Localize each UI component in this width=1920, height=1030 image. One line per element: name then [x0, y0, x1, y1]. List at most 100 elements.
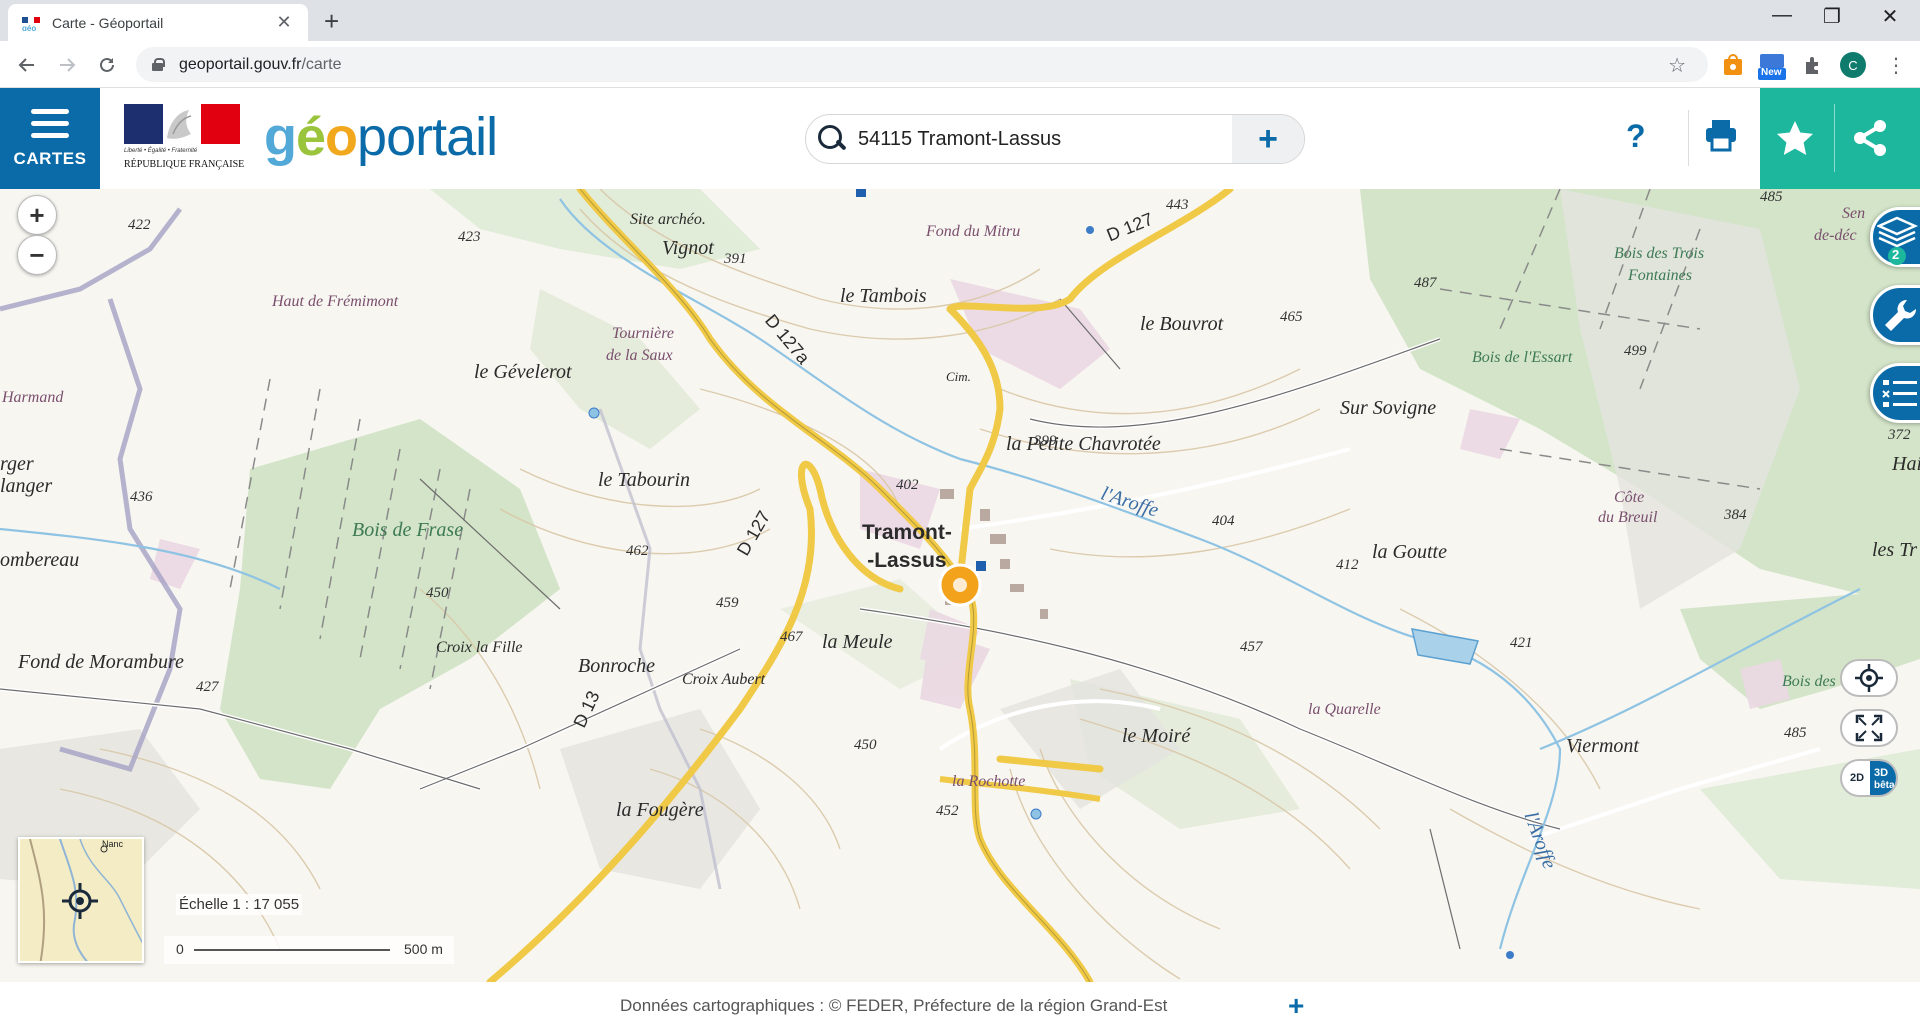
map-label: Fond de Morambure — [18, 651, 184, 673]
elevation-label: 487 — [1414, 275, 1437, 291]
window-minimize-button[interactable]: — — [1762, 4, 1802, 27]
map-label: de-déc — [1814, 227, 1857, 244]
attribution-text: Données cartographiques : © FEDER, Préfe… — [620, 996, 1168, 1015]
overview-minimap[interactable]: Nanc — [18, 837, 144, 963]
reload-icon[interactable] — [92, 50, 122, 80]
geolocate-button[interactable] — [1840, 659, 1898, 697]
map-label: la Meule — [822, 631, 893, 653]
map-label: Bois de Frase — [352, 519, 464, 541]
map-label: Tournière — [612, 325, 674, 342]
new-extension-icon[interactable]: New — [1758, 54, 1786, 80]
map-label: les Tr — [1872, 539, 1918, 561]
map-label: Vignot — [662, 237, 714, 259]
map-label: Fontaines — [1628, 267, 1692, 284]
elevation-label: 443 — [1166, 197, 1189, 213]
geoportail-favicon-icon: géo — [22, 15, 40, 33]
map-label: le Moiré — [1122, 725, 1191, 747]
map-label: la Quarelle — [1308, 701, 1381, 718]
search-add-button[interactable]: + — [1232, 115, 1304, 163]
map-label: la Fougère — [616, 799, 704, 821]
tab-close-icon[interactable]: ✕ — [274, 12, 294, 33]
map-label: le Tambois — [840, 285, 927, 307]
map-label: ombereau — [0, 549, 80, 571]
layers-count-badge: 2 — [1892, 247, 1900, 262]
map-label: Bois des Trois — [1614, 245, 1705, 262]
village-label: Tramont- -Lassus — [862, 521, 952, 572]
elevation-label: 391 — [724, 251, 747, 267]
map-canvas[interactable]: Site archéo. Vignot Fond du Mitru le Tam… — [0, 189, 1920, 982]
zoom-in-button[interactable]: + — [17, 195, 57, 235]
elevation-label: 467 — [780, 629, 803, 645]
attribution-more-button[interactable]: + — [1288, 990, 1304, 1022]
svg-text:Nanc: Nanc — [102, 839, 124, 849]
elevation-label: 450 — [854, 737, 877, 753]
map-label: Sen — [1842, 205, 1866, 222]
elevation-label: 384 — [1724, 507, 1747, 523]
map-label: la Goutte — [1372, 541, 1447, 563]
fullscreen-button[interactable] — [1840, 709, 1898, 747]
window-close-button[interactable]: ✕ — [1870, 4, 1910, 29]
view-2d-label[interactable]: 2D — [1850, 772, 1864, 784]
scale-ratio: Échelle 1 : 17 055 — [176, 894, 303, 915]
map-label: de la Saux — [606, 347, 673, 364]
elevation-label: 499 — [1624, 343, 1647, 359]
hamburger-icon — [31, 108, 69, 139]
geoportail-header: CARTES Liberté • Égalité • Fraternité RÉ… — [0, 88, 1920, 189]
map-label: Harmand — [2, 389, 64, 406]
republique-francaise-logo[interactable]: Liberté • Égalité • Fraternité RÉPUBLIQU… — [124, 104, 244, 176]
map-label: Hai — [1892, 453, 1920, 475]
window-maximize-button[interactable]: ❐ — [1812, 4, 1852, 29]
wrench-icon — [1885, 299, 1917, 331]
header-divider — [1688, 110, 1689, 166]
map-label: le Gévelerot — [474, 361, 572, 383]
cartes-menu-button[interactable]: CARTES — [0, 88, 100, 189]
header-accent-divider — [1834, 104, 1835, 172]
bookmark-star-icon[interactable]: ☆ — [1668, 53, 1686, 78]
fullscreen-icon — [1855, 714, 1883, 742]
elevation-label: 457 — [1240, 639, 1263, 655]
map-label: Bois de l'Essart — [1472, 349, 1573, 366]
elevation-label: 436 — [130, 489, 153, 505]
puzzle-extensions-icon[interactable] — [1802, 54, 1824, 76]
map-label: du Breuil — [1598, 509, 1658, 526]
elevation-label: 427 — [196, 679, 219, 695]
browser-menu-icon[interactable]: ⋮ — [1886, 53, 1906, 78]
help-button[interactable]: ? — [1626, 118, 1646, 155]
elevation-label: 465 — [1280, 309, 1303, 325]
print-icon[interactable] — [1704, 118, 1738, 152]
map-label: rger — [0, 453, 34, 475]
elevation-label: 404 — [1212, 513, 1235, 529]
map-label: Haut de Frémimont — [272, 293, 399, 310]
search-input[interactable] — [858, 127, 1188, 151]
elevation-label: 402 — [896, 477, 919, 493]
back-arrow-icon[interactable] — [12, 50, 42, 80]
browser-tab[interactable]: géo Carte - Géoportail ✕ — [8, 4, 308, 41]
map-label: Bonroche — [578, 655, 656, 677]
map-label: Viermont — [1566, 735, 1639, 757]
elevation-label: 422 — [128, 217, 151, 233]
shopping-extension-icon[interactable] — [1722, 54, 1744, 76]
zoom-out-button[interactable]: − — [17, 235, 57, 275]
search-icon[interactable] — [814, 121, 850, 157]
list-icon — [1882, 380, 1917, 407]
search-box[interactable]: + — [805, 114, 1305, 164]
forward-arrow-icon[interactable] — [52, 50, 82, 80]
lock-icon — [152, 58, 165, 71]
geoportail-logo[interactable]: géoportail — [264, 106, 498, 168]
profile-avatar[interactable]: C — [1840, 52, 1866, 78]
new-tab-button[interactable]: + — [324, 6, 339, 37]
address-bar[interactable]: geoportail.gouv.fr/carte ☆ — [136, 47, 1708, 82]
elevation-label: 485 — [1784, 725, 1807, 741]
layers-panel-tab[interactable]: 2 — [1870, 207, 1920, 267]
tab-title: Carte - Géoportail — [52, 14, 164, 31]
view-3d-button[interactable]: 3D bêta — [1870, 761, 1896, 795]
view-2d-3d-toggle[interactable]: 2D 3D bêta — [1840, 759, 1898, 797]
browser-toolbar: geoportail.gouv.fr/carte ☆ New C ⋮ — [0, 41, 1920, 88]
map-label: Sur Sovigne — [1340, 397, 1437, 419]
scale-line — [194, 949, 390, 951]
scale-max-label: 500 m — [404, 941, 443, 957]
favorites-star-icon[interactable] — [1774, 118, 1816, 160]
share-icon[interactable] — [1850, 116, 1890, 160]
elevation-label: 372 — [1888, 427, 1911, 443]
browser-tab-bar: géo Carte - Géoportail ✕ + — ❐ ✕ — [0, 0, 1920, 41]
